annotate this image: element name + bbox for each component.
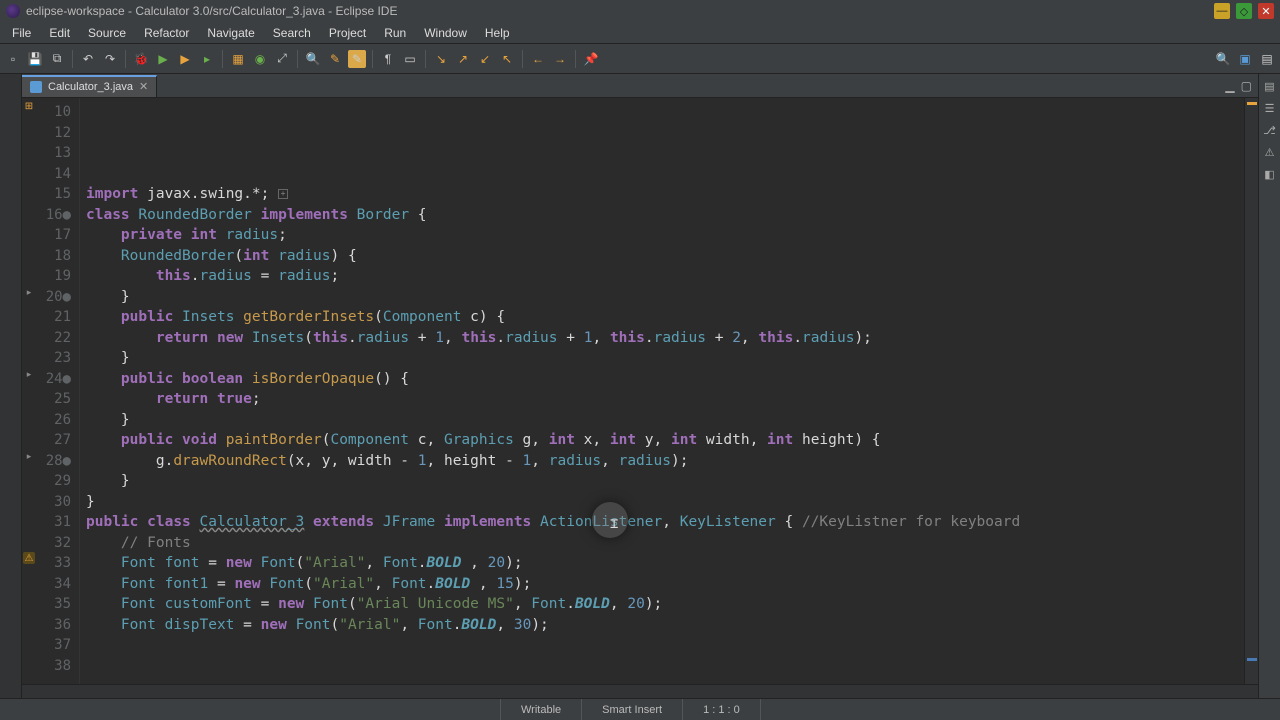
- tab-calculator3[interactable]: Calculator_3.java ✕: [22, 75, 157, 97]
- nav4-icon[interactable]: ↖: [498, 50, 516, 68]
- overview-info-mark: [1247, 658, 1257, 661]
- type-hierarchy-icon[interactable]: ⎇: [1262, 122, 1278, 138]
- toggle-mark-icon[interactable]: ✎: [326, 50, 344, 68]
- nav3-icon[interactable]: ↙: [476, 50, 494, 68]
- redo-icon[interactable]: ↷: [101, 50, 119, 68]
- fold-arrow-icon[interactable]: ▸: [23, 286, 35, 298]
- eclipse-icon: [6, 4, 20, 18]
- perspective-open-icon[interactable]: ▤: [1258, 50, 1276, 68]
- right-trim: ▤ ☰ ⎇ ⚠ ◧: [1258, 74, 1280, 698]
- undo-icon[interactable]: ↶: [79, 50, 97, 68]
- debug-icon[interactable]: 🐞: [132, 50, 150, 68]
- marker-column: ⊞ ▸ ▸ ▸ ⚠: [22, 98, 36, 684]
- save-icon[interactable]: 💾: [26, 50, 44, 68]
- save-all-icon[interactable]: ⧉: [48, 50, 66, 68]
- menu-project[interactable]: Project: [321, 24, 374, 42]
- fold-arrow-icon[interactable]: ▸: [23, 450, 35, 462]
- run-icon[interactable]: ▶: [154, 50, 172, 68]
- task-list-icon[interactable]: ☰: [1262, 100, 1278, 116]
- menu-navigate[interactable]: Navigate: [199, 24, 262, 42]
- new-package-icon[interactable]: ▦: [229, 50, 247, 68]
- pin-icon[interactable]: 📌: [582, 50, 600, 68]
- status-cursor-pos: 1 : 1 : 0: [682, 699, 760, 720]
- horizontal-scrollbar[interactable]: [22, 684, 1258, 698]
- new-class-icon[interactable]: ◉: [251, 50, 269, 68]
- menu-search[interactable]: Search: [265, 24, 319, 42]
- open-type-icon[interactable]: ⤢: [273, 50, 291, 68]
- editor-region: Calculator_3.java ✕ ▁ ▢ ⊞ ▸ ▸ ▸ ⚠ 101213…: [22, 74, 1258, 698]
- perspective-java-icon[interactable]: ▣: [1236, 50, 1254, 68]
- fold-arrow-icon[interactable]: ▸: [23, 368, 35, 380]
- declaration-icon[interactable]: ◧: [1262, 166, 1278, 182]
- line-numbers: 101213141516●17181920●21222324●25262728●…: [36, 98, 80, 684]
- status-writable: Writable: [500, 699, 581, 720]
- maximize-view-icon[interactable]: ▢: [1241, 79, 1252, 93]
- coverage-icon[interactable]: ▶: [176, 50, 194, 68]
- overview-warning-mark: [1247, 102, 1257, 105]
- menu-source[interactable]: Source: [80, 24, 134, 42]
- menu-window[interactable]: Window: [416, 24, 475, 42]
- close-button[interactable]: ✕: [1258, 3, 1274, 19]
- show-whitespace-icon[interactable]: ¶: [379, 50, 397, 68]
- overview-ruler[interactable]: [1244, 98, 1258, 684]
- menu-file[interactable]: File: [4, 24, 39, 42]
- text-cursor-icon: ⌶: [610, 514, 618, 535]
- window-title: eclipse-workspace - Calculator 3.0/src/C…: [26, 4, 397, 18]
- menu-bar: File Edit Source Refactor Navigate Searc…: [0, 22, 1280, 44]
- close-tab-icon[interactable]: ✕: [139, 80, 148, 93]
- menu-help[interactable]: Help: [477, 24, 518, 42]
- block-sel-icon[interactable]: ▭: [401, 50, 419, 68]
- minimize-button[interactable]: —: [1214, 3, 1230, 19]
- minimize-view-icon[interactable]: ▁: [1225, 79, 1234, 93]
- main-area: Calculator_3.java ✕ ▁ ▢ ⊞ ▸ ▸ ▸ ⚠ 101213…: [0, 74, 1280, 698]
- editor[interactable]: ⊞ ▸ ▸ ▸ ⚠ 101213141516●17181920●21222324…: [22, 98, 1258, 684]
- outline-view-icon[interactable]: ▤: [1262, 78, 1278, 94]
- back-icon[interactable]: ←: [529, 50, 547, 68]
- toggle-highlight-icon[interactable]: ✎: [348, 50, 366, 68]
- nav2-icon[interactable]: ↗: [454, 50, 472, 68]
- nav1-icon[interactable]: ↘: [432, 50, 450, 68]
- menu-run[interactable]: Run: [376, 24, 414, 42]
- title-bar: eclipse-workspace - Calculator 3.0/src/C…: [0, 0, 1280, 22]
- quick-access-icon[interactable]: 🔍: [1214, 50, 1232, 68]
- status-bar: Writable Smart Insert 1 : 1 : 0: [0, 698, 1280, 720]
- editor-tabs: Calculator_3.java ✕ ▁ ▢: [22, 74, 1258, 98]
- menu-refactor[interactable]: Refactor: [136, 24, 197, 42]
- problems-icon[interactable]: ⚠: [1262, 144, 1278, 160]
- menu-edit[interactable]: Edit: [41, 24, 78, 42]
- warning-icon[interactable]: ⚠: [23, 552, 35, 564]
- maximize-button[interactable]: ◇: [1236, 3, 1252, 19]
- run-last-icon[interactable]: ▸: [198, 50, 216, 68]
- forward-icon[interactable]: →: [551, 50, 569, 68]
- new-icon[interactable]: ▫: [4, 50, 22, 68]
- left-trim: [0, 74, 22, 698]
- code-area[interactable]: ⌶ import javax.swing.*; +class RoundedBo…: [80, 98, 1244, 684]
- fold-plus-icon[interactable]: ⊞: [23, 100, 35, 112]
- toolbar: ▫ 💾 ⧉ ↶ ↷ 🐞 ▶ ▶ ▸ ▦ ◉ ⤢ 🔍 ✎ ✎ ¶ ▭ ↘ ↗ ↙ …: [0, 44, 1280, 74]
- java-file-icon: [30, 81, 42, 93]
- tab-label: Calculator_3.java: [48, 81, 133, 93]
- status-insert-mode: Smart Insert: [581, 699, 682, 720]
- search-icon[interactable]: 🔍: [304, 50, 322, 68]
